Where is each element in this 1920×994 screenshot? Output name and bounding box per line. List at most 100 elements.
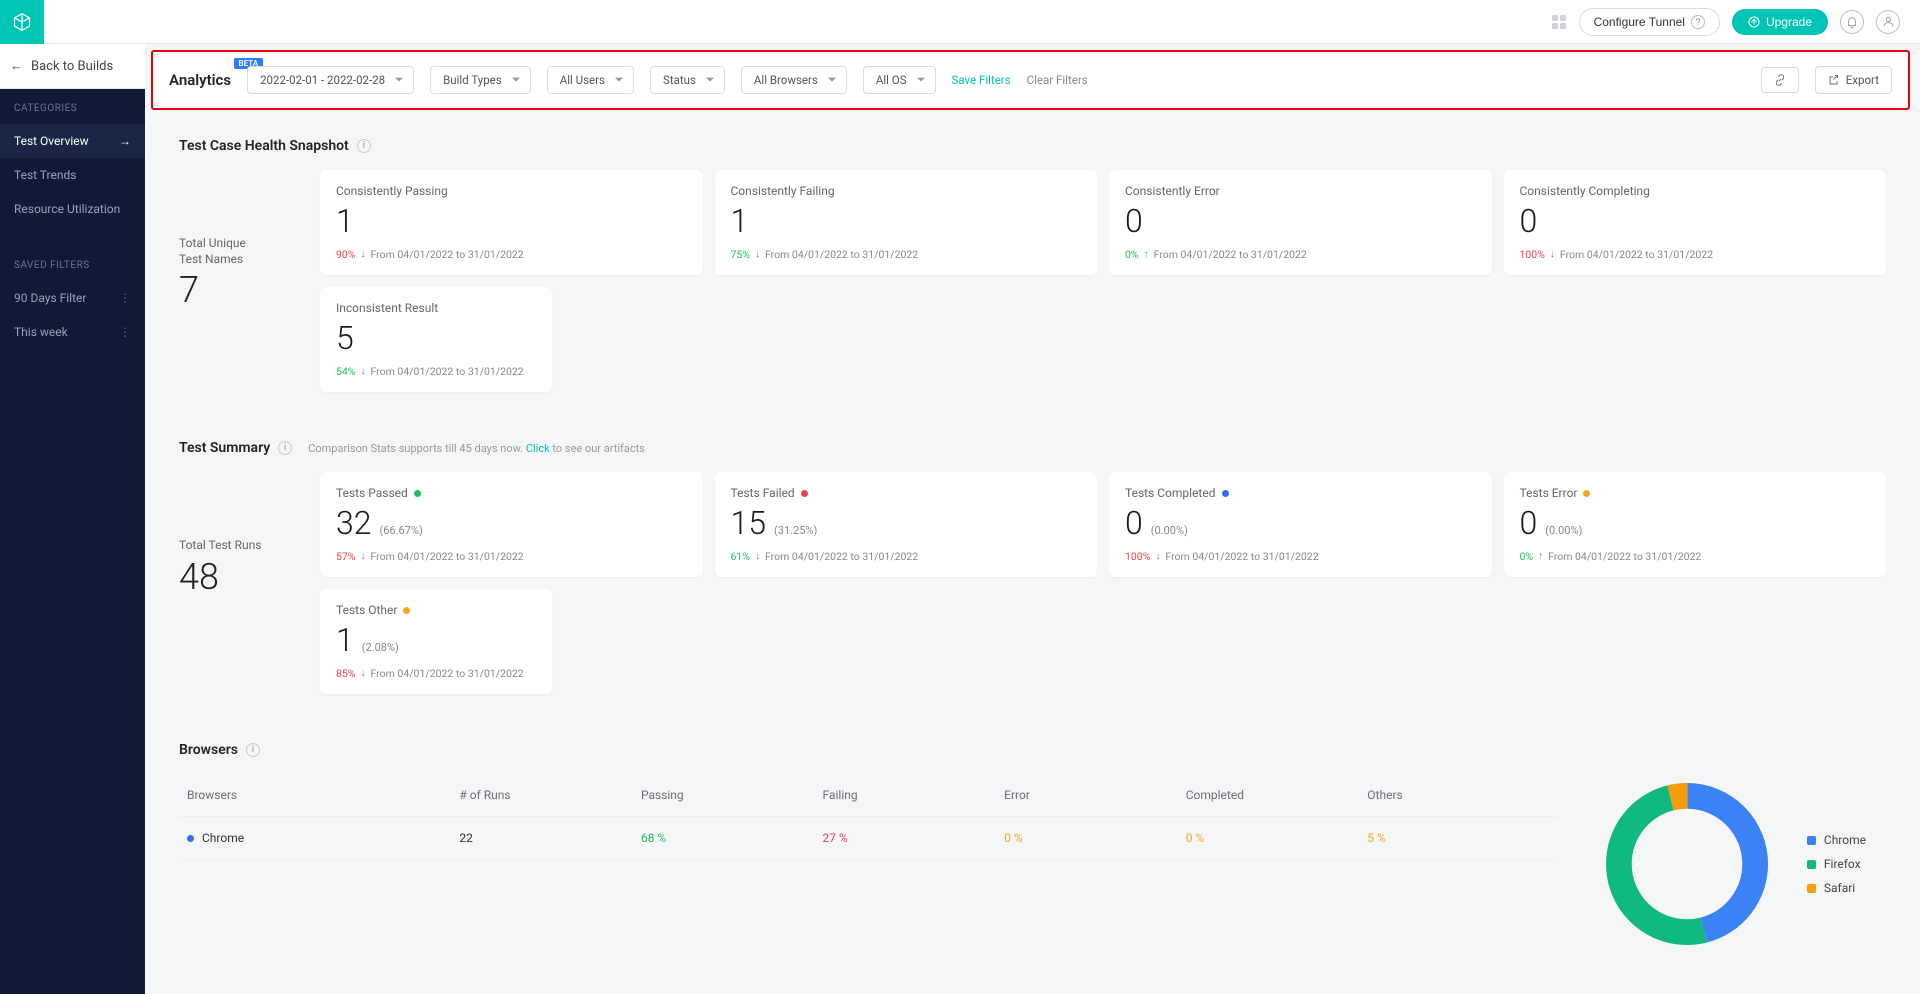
sidebar-item-label: Test Trends: [14, 168, 76, 182]
status-dot-icon: [403, 607, 410, 614]
export-button[interactable]: Export: [1815, 66, 1892, 94]
card-title: Tests Error: [1520, 486, 1871, 500]
card-pct: 90%: [336, 248, 356, 261]
total-unique-label: Total Unique Test Names: [179, 236, 269, 267]
arrow-down-icon: ↓: [755, 249, 760, 260]
filter-bar: Analytics BETA 2022-02-01 - 2022-02-28 B…: [151, 50, 1910, 110]
info-icon[interactable]: i: [246, 743, 260, 757]
notifications-icon[interactable]: [1840, 10, 1864, 34]
card-summary: Tests Error 0 (0.00%)0%↑From 04/01/2022 …: [1504, 472, 1887, 577]
arrow-down-icon: ↓: [361, 366, 366, 377]
card-pct: 100%: [1520, 248, 1545, 261]
col-others: Others: [1367, 788, 1549, 802]
info-icon[interactable]: i: [278, 441, 292, 455]
browsers-title: Browsers i: [179, 724, 1886, 774]
logo[interactable]: [0, 0, 44, 44]
browsers-donut-chart: Chrome Firefox Safari: [1597, 774, 1886, 954]
clear-filters-link[interactable]: Clear Filters: [1027, 73, 1088, 87]
legend-color-icon: [1807, 884, 1816, 893]
cell-others: 5 %: [1367, 831, 1549, 845]
card-range: From 04/01/2022 to 31/01/2022: [1165, 550, 1318, 563]
card-range: From 04/01/2022 to 31/01/2022: [371, 365, 524, 378]
donut-legend: Chrome Firefox Safari: [1807, 833, 1866, 895]
card-summary: Tests Completed 0 (0.00%)100%↓From 04/01…: [1109, 472, 1492, 577]
browser-dot-icon: [187, 835, 194, 842]
card-range: From 04/01/2022 to 31/01/2022: [371, 550, 524, 563]
card-snapshot: Consistently Error00%↑From 04/01/2022 to…: [1109, 170, 1492, 275]
save-filters-link[interactable]: Save Filters: [952, 73, 1011, 87]
card-summary: Tests Passed 32 (66.67%)57%↓From 04/01/2…: [320, 472, 703, 577]
summary-title: Test Summary i Comparison Stats supports…: [179, 422, 1886, 472]
card-value: 1: [731, 202, 1082, 240]
os-filter[interactable]: All OS: [863, 66, 936, 94]
back-to-builds[interactable]: ← Back to Builds: [0, 44, 145, 89]
cell-passing: 68 %: [641, 831, 823, 845]
card-title: Tests Passed: [336, 486, 687, 500]
browsers-table: Browsers # of Runs Passing Failing Error…: [179, 774, 1557, 860]
info-icon[interactable]: i: [357, 139, 371, 153]
card-value: 0: [1520, 504, 1538, 542]
click-link[interactable]: Click: [526, 442, 550, 455]
arrow-up-icon: ↑: [1144, 249, 1149, 260]
card-snapshot: Consistently Passing190%↓From 04/01/2022…: [320, 170, 703, 275]
arrow-down-icon: ↓: [1550, 249, 1555, 260]
cell-error: 0 %: [1004, 831, 1186, 845]
total-test-runs: Total Test Runs 48: [179, 472, 294, 598]
sidebar-item-resource-utilization[interactable]: Resource Utilization: [0, 192, 145, 226]
card-summary: Tests Failed 15 (31.25%)61%↓From 04/01/2…: [715, 472, 1098, 577]
card-value: 0: [1125, 202, 1476, 240]
saved-filter-90-days[interactable]: 90 Days Filter ⋮: [0, 281, 145, 315]
configure-tunnel-button[interactable]: Configure Tunnel ?: [1579, 8, 1720, 36]
card-snapshot: Consistently Failing175%↓From 04/01/2022…: [715, 170, 1098, 275]
card-range: From 04/01/2022 to 31/01/2022: [1560, 248, 1713, 261]
table-header: Browsers # of Runs Passing Failing Error…: [179, 774, 1557, 817]
page-title: Analytics BETA: [169, 71, 231, 89]
card-range: From 04/01/2022 to 31/01/2022: [765, 248, 918, 261]
upgrade-icon: [1748, 16, 1760, 28]
build-types-filter[interactable]: Build Types: [430, 66, 531, 94]
sidebar-item-test-overview[interactable]: Test Overview →: [0, 124, 145, 158]
card-paren: (0.00%): [1545, 524, 1582, 537]
upgrade-button[interactable]: Upgrade: [1732, 9, 1828, 35]
categories-heading: CATEGORIES: [0, 89, 145, 124]
apps-grid-icon[interactable]: [1551, 14, 1567, 30]
cell-runs: 22: [459, 831, 641, 845]
card-paren: (31.25%): [774, 524, 817, 537]
users-filter[interactable]: All Users: [547, 66, 634, 94]
donut-icon: [1597, 774, 1777, 954]
card-inconsistent-result: Inconsistent Result 5 54% ↓ From 04/01/2…: [320, 287, 552, 392]
legend-color-icon: [1807, 836, 1816, 845]
export-icon: [1828, 74, 1840, 86]
arrow-down-icon: ↓: [755, 551, 760, 562]
status-dot-icon: [1222, 490, 1229, 497]
card-pct: 61%: [731, 550, 751, 563]
card-value: 15: [731, 504, 767, 542]
browsers-filter[interactable]: All Browsers: [741, 66, 847, 94]
arrow-left-icon: ←: [10, 58, 23, 74]
card-value: 1: [336, 202, 687, 240]
col-browsers: Browsers: [187, 788, 459, 802]
card-pct: 54%: [336, 365, 356, 378]
more-icon[interactable]: ⋮: [119, 325, 131, 339]
arrow-down-icon: ↓: [1155, 551, 1160, 562]
table-row[interactable]: Chrome 22 68 % 27 % 0 % 0 % 5 %: [179, 817, 1557, 860]
legend-item: Safari: [1807, 881, 1866, 895]
sidebar-item-test-trends[interactable]: Test Trends: [0, 158, 145, 192]
status-filter[interactable]: Status: [650, 66, 725, 94]
card-title: Inconsistent Result: [336, 301, 536, 315]
card-tests-other: Tests Other 1 (2.08%) 85% ↓ From 04/01/2…: [320, 589, 552, 694]
summary-subtitle: Comparison Stats supports till 45 days n…: [308, 442, 645, 455]
col-passing: Passing: [641, 788, 823, 802]
date-range-filter[interactable]: 2022-02-01 - 2022-02-28: [247, 66, 414, 94]
col-runs: # of Runs: [459, 788, 641, 802]
profile-avatar[interactable]: [1876, 10, 1900, 34]
saved-filter-this-week[interactable]: This week ⋮: [0, 315, 145, 349]
card-title: Consistently Error: [1125, 184, 1476, 198]
col-completed: Completed: [1186, 788, 1368, 802]
copy-link-button[interactable]: [1761, 67, 1799, 93]
more-icon[interactable]: ⋮: [119, 291, 131, 305]
cell-failing: 27 %: [823, 831, 1005, 845]
card-paren: (66.67%): [380, 524, 423, 537]
card-range: From 04/01/2022 to 31/01/2022: [371, 248, 524, 261]
card-range: From 04/01/2022 to 31/01/2022: [765, 550, 918, 563]
